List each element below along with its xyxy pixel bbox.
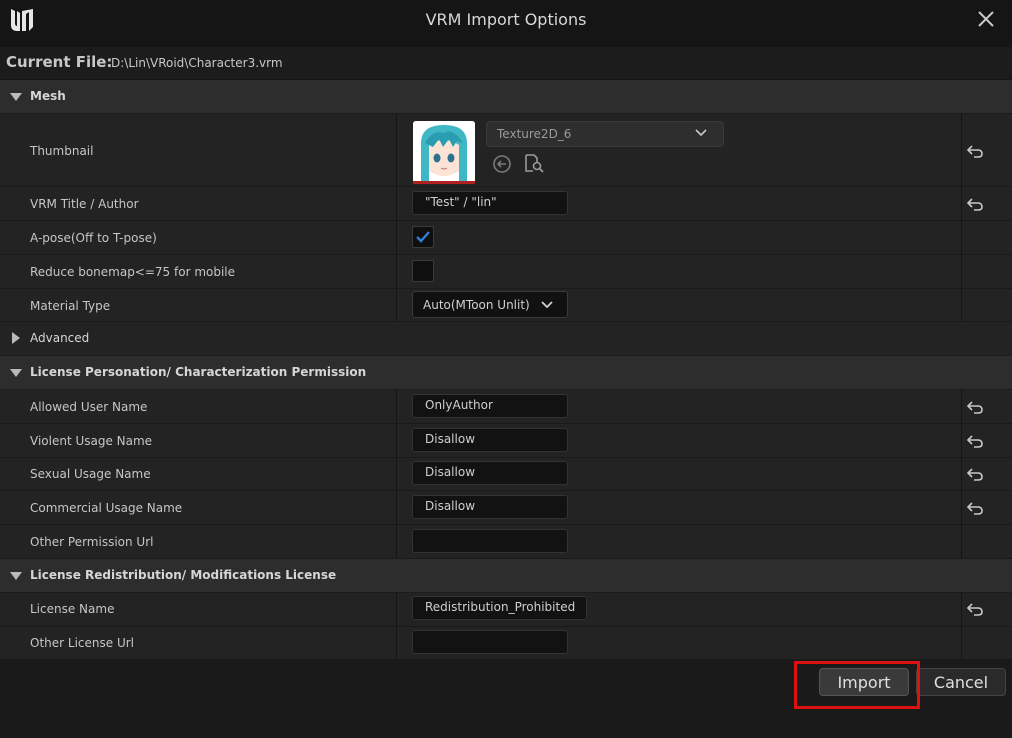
current-file-path: D:\Lin\VRoid\Character3.vrm — [111, 56, 283, 70]
category-mesh-label: Mesh — [30, 89, 66, 103]
thumbnail-asset-name: Texture2D_6 — [497, 127, 572, 141]
apose-label: A-pose(Off to T-pose) — [30, 231, 157, 245]
reduce-bonemap-label: Reduce bonemap<=75 for mobile — [30, 265, 236, 279]
license-name-label: License Name — [30, 602, 115, 616]
reset-arrow-icon[interactable] — [966, 434, 984, 448]
chevron-down-icon — [695, 129, 707, 137]
allowed-user-label: Allowed User Name — [30, 400, 148, 414]
reset-arrow-icon[interactable] — [966, 467, 984, 481]
checkmark-icon — [416, 231, 430, 243]
category-advanced[interactable]: Advanced — [0, 322, 1012, 355]
other-license-url-label: Other License Url — [30, 636, 134, 650]
current-file-label: Current File: — [6, 53, 113, 71]
reset-arrow-icon[interactable] — [966, 144, 984, 158]
browse-asset-icon[interactable] — [524, 153, 544, 173]
license-name-field[interactable]: Redistribution_Prohibited — [412, 596, 587, 620]
reset-arrow-icon[interactable] — [966, 400, 984, 414]
category-license-personation[interactable]: License Personation/ Characterization Pe… — [0, 356, 1012, 389]
thumbnail-preview[interactable] — [413, 121, 475, 183]
sexual-usage-field[interactable]: Disallow — [412, 461, 568, 485]
details-panel: Mesh Thumbnail Texture2D_6 VRM Title / A… — [0, 80, 1012, 660]
category-license-redistribution[interactable]: License Redistribution/ Modifications Li… — [0, 559, 1012, 592]
material-type-dropdown[interactable]: Auto(MToon Unlit) — [412, 291, 568, 318]
category-license-personation-label: License Personation/ Characterization Pe… — [30, 365, 367, 379]
reduce-bonemap-checkbox[interactable] — [412, 260, 434, 282]
row-reduce-bonemap: Reduce bonemap<=75 for mobile — [0, 255, 1012, 289]
other-permission-url-field[interactable] — [412, 529, 568, 553]
title-author-field[interactable]: "Test" / "lin" — [412, 191, 568, 215]
other-permission-url-label: Other Permission Url — [30, 535, 154, 549]
commercial-usage-field[interactable]: Disallow — [412, 495, 568, 519]
sexual-usage-label: Sexual Usage Name — [30, 467, 151, 481]
window-title: VRM Import Options — [425, 10, 587, 29]
thumbnail-label: Thumbnail — [30, 144, 94, 158]
import-highlight-box — [794, 661, 920, 709]
thumbnail-asset-combo[interactable]: Texture2D_6 — [486, 121, 724, 147]
collapse-arrow-icon[interactable] — [10, 369, 22, 377]
category-advanced-label: Advanced — [30, 331, 90, 345]
title-author-label: VRM Title / Author — [30, 197, 139, 211]
current-file-bar: Current File: D:\Lin\VRoid\Character3.vr… — [0, 47, 1012, 79]
cancel-button[interactable]: Cancel — [916, 668, 1006, 696]
title-bar: VRM Import Options — [0, 0, 1012, 40]
violent-usage-label: Violent Usage Name — [30, 434, 153, 448]
reset-arrow-icon[interactable] — [966, 501, 984, 515]
category-mesh[interactable]: Mesh — [0, 80, 1012, 113]
category-license-redistribution-label: License Redistribution/ Modifications Li… — [30, 568, 337, 582]
apose-checkbox[interactable] — [412, 226, 434, 248]
close-icon[interactable] — [976, 9, 996, 29]
collapse-arrow-icon[interactable] — [10, 93, 22, 101]
expand-arrow-icon[interactable] — [12, 332, 20, 344]
allowed-user-field[interactable]: OnlyAuthor — [412, 394, 568, 418]
thumbnail-underline — [413, 181, 475, 184]
reset-arrow-icon[interactable] — [966, 197, 984, 211]
chevron-down-icon — [541, 301, 553, 309]
collapse-arrow-icon[interactable] — [10, 572, 22, 580]
use-selected-icon[interactable] — [492, 154, 512, 174]
other-license-url-field[interactable] — [412, 630, 568, 654]
material-type-value: Auto(MToon Unlit) — [423, 298, 530, 312]
material-type-label: Material Type — [30, 299, 111, 313]
reset-arrow-icon[interactable] — [966, 602, 984, 616]
violent-usage-field[interactable]: Disallow — [412, 428, 568, 452]
row-apose: A-pose(Off to T-pose) — [0, 221, 1012, 255]
commercial-usage-label: Commercial Usage Name — [30, 501, 183, 515]
